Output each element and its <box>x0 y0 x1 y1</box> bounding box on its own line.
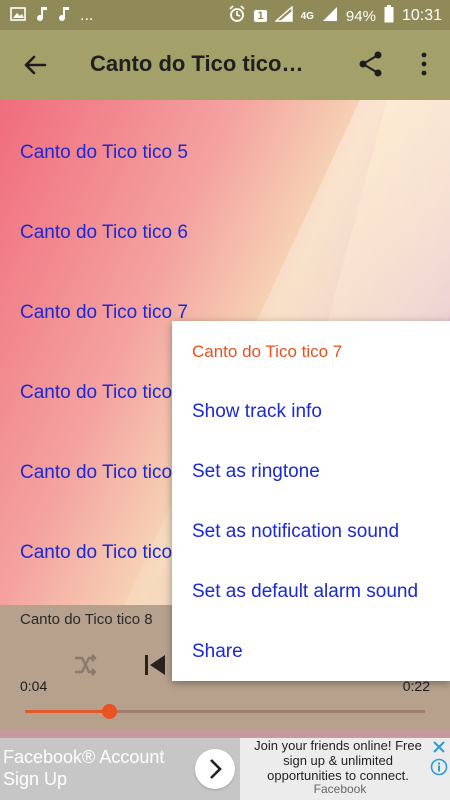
network-type: 4G <box>300 10 314 22</box>
menu-item-show-track-info[interactable]: Show track info <box>192 401 322 423</box>
music-note-icon <box>58 6 70 26</box>
page-title: Canto do Tico tico… <box>90 51 304 76</box>
seek-bar[interactable] <box>25 704 425 719</box>
previous-icon[interactable] <box>142 652 168 678</box>
signal-icon <box>273 5 293 26</box>
track-item[interactable]: Canto do Tico tico 6 <box>20 222 188 244</box>
app-toolbar: Canto do Tico tico… <box>0 30 450 100</box>
menu-item-share[interactable]: Share <box>192 641 243 663</box>
divider <box>0 730 450 738</box>
back-arrow-icon[interactable] <box>20 50 50 80</box>
menu-item-set-ringtone[interactable]: Set as ringtone <box>192 461 320 483</box>
ad-headline[interactable]: Facebook® Account Sign Up <box>3 746 193 790</box>
status-bar: ... 1 4G 94% 10:31 <box>0 0 450 30</box>
ad-brand: Facebook <box>313 782 367 796</box>
battery-icon <box>384 5 394 27</box>
track-item[interactable]: Canto do Tico tico 8 <box>20 382 188 404</box>
seek-bar-fill <box>25 710 109 713</box>
track-item[interactable]: Canto do Tico tico 5 <box>20 142 188 164</box>
battery-level: 94% <box>345 7 376 25</box>
image-icon <box>10 7 26 25</box>
clock: 10:31 <box>401 7 442 24</box>
chevron-right-icon[interactable] <box>195 749 235 789</box>
context-menu: Canto do Tico tico 7 Show track info Set… <box>172 321 450 681</box>
now-playing-title: Canto do Tico tico 8 <box>20 611 153 628</box>
context-menu-title: Canto do Tico tico 7 <box>192 342 343 361</box>
ad-body: Join your friends online! Free sign up &… <box>254 738 422 783</box>
menu-item-set-alarm-sound[interactable]: Set as default alarm sound <box>192 581 418 603</box>
close-icon[interactable] <box>430 738 448 756</box>
sim-slot-badge: 1 <box>254 10 267 22</box>
more-vert-icon[interactable] <box>410 50 438 78</box>
alarm-icon <box>228 5 246 27</box>
seek-bar-thumb[interactable] <box>102 704 117 719</box>
track-item[interactable]: Canto do Tico tico 7 <box>20 302 188 324</box>
ad-banner[interactable]: Facebook® Account Sign Up Join your frie… <box>0 738 450 800</box>
signal-icon <box>322 6 338 26</box>
menu-item-set-notification-sound[interactable]: Set as notification sound <box>192 521 399 543</box>
info-icon[interactable] <box>430 758 448 776</box>
music-note-icon <box>36 6 48 26</box>
more-notifications: ... <box>80 7 94 24</box>
elapsed-time: 0:04 <box>20 678 48 694</box>
track-item[interactable]: Canto do Tico tico 9 <box>20 462 188 484</box>
shuffle-icon[interactable] <box>72 652 98 678</box>
share-icon[interactable] <box>357 50 385 78</box>
